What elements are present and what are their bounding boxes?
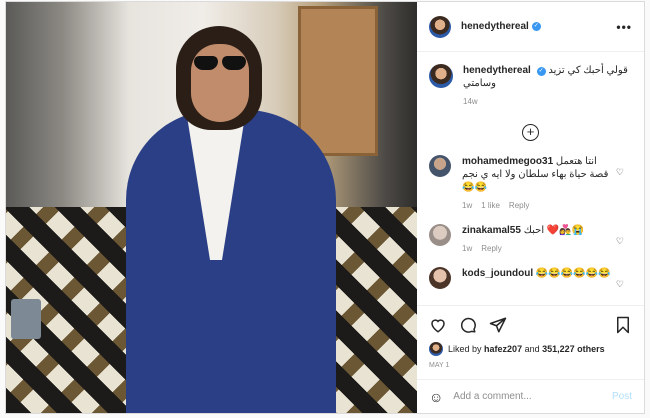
post-date[interactable]: MAY 1	[429, 362, 632, 369]
likes-count[interactable]: 351,227 others	[542, 344, 605, 354]
like-comment-heart-icon[interactable]: ♡	[616, 236, 624, 247]
caption-time[interactable]: 14w	[463, 95, 632, 108]
comment-bubble-icon[interactable]	[459, 316, 477, 334]
avatar[interactable]	[429, 224, 451, 246]
instagram-post: henedythereal ✓ ••• henedythereal ✓ قولي…	[5, 1, 645, 414]
likes-prefix: Liked by	[448, 344, 482, 354]
like-heart-icon[interactable]	[429, 316, 447, 334]
likes-summary: Liked by hafez207 and 351,227 others	[429, 342, 632, 356]
add-comment-bar: ☺ Add a comment... Post	[417, 379, 644, 413]
verified-badge-icon: ✓	[536, 67, 546, 76]
avatar[interactable]	[429, 155, 451, 177]
comment-text: 😂😂😂😂😂😂	[535, 268, 611, 279]
emoji-icon[interactable]: ☺	[429, 389, 443, 405]
avatar[interactable]	[429, 15, 451, 38]
comment-username[interactable]: kods_joundoul	[462, 268, 533, 279]
like-comment-heart-icon[interactable]: ♡	[616, 279, 624, 290]
verified-badge-icon: ✓	[531, 22, 541, 31]
avatar[interactable]	[429, 267, 451, 289]
photo-person-sunglasses	[192, 56, 248, 70]
photo-door	[298, 6, 378, 156]
like-comment-heart-icon[interactable]: ♡	[616, 167, 624, 178]
reply-button[interactable]: Reply	[481, 244, 501, 253]
avatar[interactable]	[429, 64, 453, 88]
comment-username[interactable]: mohamedmegoo31	[462, 156, 553, 167]
comments-section: henedythereal ✓ قولي أحبك كي تزيد وسامتي…	[417, 52, 644, 305]
share-paper-plane-icon[interactable]	[489, 316, 507, 334]
more-options-icon[interactable]: •••	[616, 20, 632, 34]
likes-middle: and	[524, 344, 540, 354]
post-caption: henedythereal ✓ قولي أحبك كي تزيد وسامتي…	[429, 64, 632, 108]
liked-by-user[interactable]: hafez207	[484, 344, 522, 354]
header-username[interactable]: henedythereal	[461, 21, 529, 32]
save-bookmark-icon[interactable]	[614, 316, 632, 334]
reply-button[interactable]: Reply	[509, 201, 529, 210]
comment-item: mohamedmegoo31 انتا هتعمل قصة حياة بهاء …	[429, 155, 632, 212]
post-header: henedythereal ✓ •••	[417, 2, 644, 52]
post-actions: Liked by hafez207 and 351,227 others MAY…	[417, 305, 644, 369]
comment-time[interactable]: 1w	[462, 244, 472, 253]
comment-input[interactable]: Add a comment...	[453, 391, 612, 402]
load-more-comments-icon[interactable]: +	[522, 124, 539, 141]
comment-text: احبك ❤️👩‍❤️‍👨😭	[523, 225, 585, 236]
avatar	[429, 342, 443, 356]
comment-item: kods_joundoul 😂😂😂😂😂😂 ♡	[429, 267, 632, 289]
post-sidebar: henedythereal ✓ ••• henedythereal ✓ قولي…	[417, 2, 644, 413]
comment-likes[interactable]: 1 like	[481, 201, 500, 210]
comment-time[interactable]: 1w	[462, 201, 472, 210]
post-comment-button[interactable]: Post	[612, 391, 632, 402]
caption-username[interactable]: henedythereal	[463, 65, 531, 76]
post-photo[interactable]	[6, 2, 417, 413]
comment-username[interactable]: zinakamal55	[462, 225, 521, 236]
comment-item: zinakamal55 احبك ❤️👩‍❤️‍👨😭 1w Reply ♡	[429, 224, 632, 255]
photo-phone	[11, 299, 41, 339]
